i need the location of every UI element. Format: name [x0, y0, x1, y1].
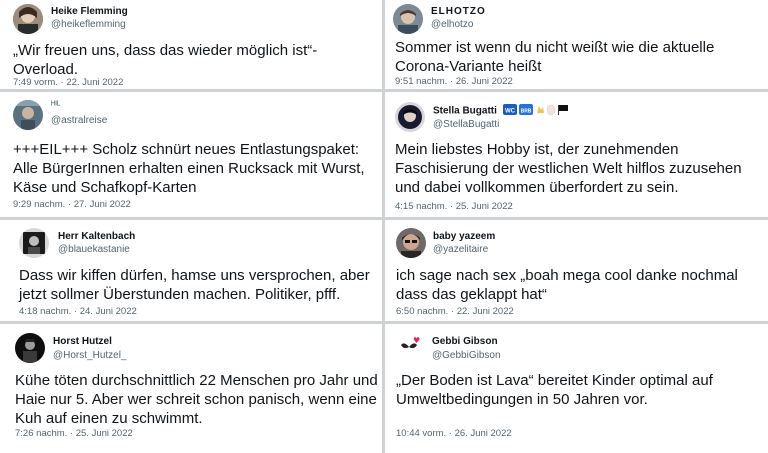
wc-badge: WC: [505, 109, 516, 115]
avatar[interactable]: [13, 100, 43, 130]
tweet-card[interactable]: baby yazeem @yazelitaire ich sage nach s…: [385, 220, 768, 321]
brb-badge: BRB: [520, 109, 531, 115]
avatar[interactable]: [13, 4, 43, 34]
tweet-text: Kühe töten durchschnittlich 22 Menschen …: [15, 372, 378, 427]
tweet-timestamp[interactable]: 7:26 nachm. · 25. Juni 2022: [15, 428, 133, 439]
tweet-text: „Der Boden ist Lava“ bereitet Kinder opt…: [396, 372, 713, 408]
tweet-card[interactable]: Herr Kaltenbach @blauekastanie Dass wir …: [0, 220, 382, 321]
tweet-timestamp[interactable]: 4:18 nachm. · 24. Juni 2022: [19, 306, 137, 317]
tweet-card[interactable]: ELHOTZO @elhotzo Sommer ist wenn du nich…: [385, 0, 768, 89]
tweet-timestamp[interactable]: 4:15 nachm. · 25. Juni 2022: [395, 201, 513, 212]
tweet-timestamp[interactable]: 6:50 nachm. · 22. Juni 2022: [396, 306, 514, 317]
tweet-timestamp[interactable]: 9:51 nachm. · 26. Juni 2022: [395, 76, 513, 87]
display-name[interactable]: ᴴᴵᴸ: [51, 100, 60, 111]
tweet-card[interactable]: Stella Bugatti WC BRB @StellaBugatti Mei…: [385, 92, 768, 217]
tweet-text: ich sage nach sex „boah mega cool danke …: [396, 267, 738, 303]
display-name[interactable]: Herr Kaltenbach: [58, 231, 135, 242]
tweet-text: +++EIL+++ Scholz schnürt neues Entlastun…: [13, 141, 365, 196]
avatar[interactable]: [395, 102, 425, 132]
display-name[interactable]: ELHOTZO: [431, 6, 486, 17]
tweet-card[interactable]: Horst Hutzel @Horst_Hutzel_ Kühe töten d…: [0, 324, 382, 453]
display-name[interactable]: Stella Bugatti WC BRB: [433, 104, 573, 118]
avatar[interactable]: [393, 4, 423, 34]
display-name[interactable]: Heike Flemming: [51, 6, 128, 17]
display-name[interactable]: Gebbi Gibson: [432, 336, 498, 347]
handle[interactable]: @Horst_Hutzel_: [53, 350, 127, 361]
tweet-text: „Wir freuen uns, dass das wieder möglich…: [13, 42, 318, 78]
display-name[interactable]: baby yazeem: [433, 231, 495, 242]
display-name[interactable]: Horst Hutzel: [53, 336, 112, 347]
tweet-timestamp[interactable]: 10:44 vorm. · 26. Juni 2022: [396, 428, 512, 439]
display-name-text: Stella Bugatti: [433, 105, 497, 117]
tweet-text: Sommer ist wenn du nicht weißt wie die a…: [395, 39, 715, 75]
badge-icons: WC BRB: [502, 104, 573, 118]
tweet-card[interactable]: ♥ Gebbi Gibson @GebbiGibson „Der Boden i…: [385, 324, 768, 453]
handle[interactable]: @StellaBugatti: [433, 119, 499, 130]
tweet-text: Dass wir kiffen dürfen, hamse uns verspr…: [19, 267, 370, 303]
handle[interactable]: @heikeflemming: [51, 19, 126, 30]
tweet-text: Mein liebstes Hobby ist, der zunehmenden…: [395, 141, 742, 196]
avatar[interactable]: [15, 333, 45, 363]
avatar[interactable]: [19, 228, 49, 258]
svg-text:♥: ♥: [413, 336, 420, 345]
handle[interactable]: @elhotzo: [431, 19, 473, 30]
avatar[interactable]: [396, 228, 426, 258]
tweet-card[interactable]: ᴴᴵᴸ @astralreise +++EIL+++ Scholz schnür…: [0, 92, 382, 217]
handle[interactable]: @GebbiGibson: [432, 350, 501, 361]
avatar[interactable]: ♥: [394, 333, 424, 363]
tweet-timestamp[interactable]: 7:49 vorm. · 22. Juni 2022: [13, 77, 123, 88]
handle[interactable]: @blauekastanie: [58, 244, 130, 255]
emoji-badges-icon: WC BRB: [502, 104, 568, 116]
handle[interactable]: @astralreise: [51, 115, 107, 126]
tweet-card[interactable]: Heike Flemming @heikeflemming „Wir freue…: [0, 0, 382, 89]
handle[interactable]: @yazelitaire: [433, 244, 488, 255]
tweet-timestamp[interactable]: 9:29 nachm. · 27. Juni 2022: [13, 199, 131, 210]
